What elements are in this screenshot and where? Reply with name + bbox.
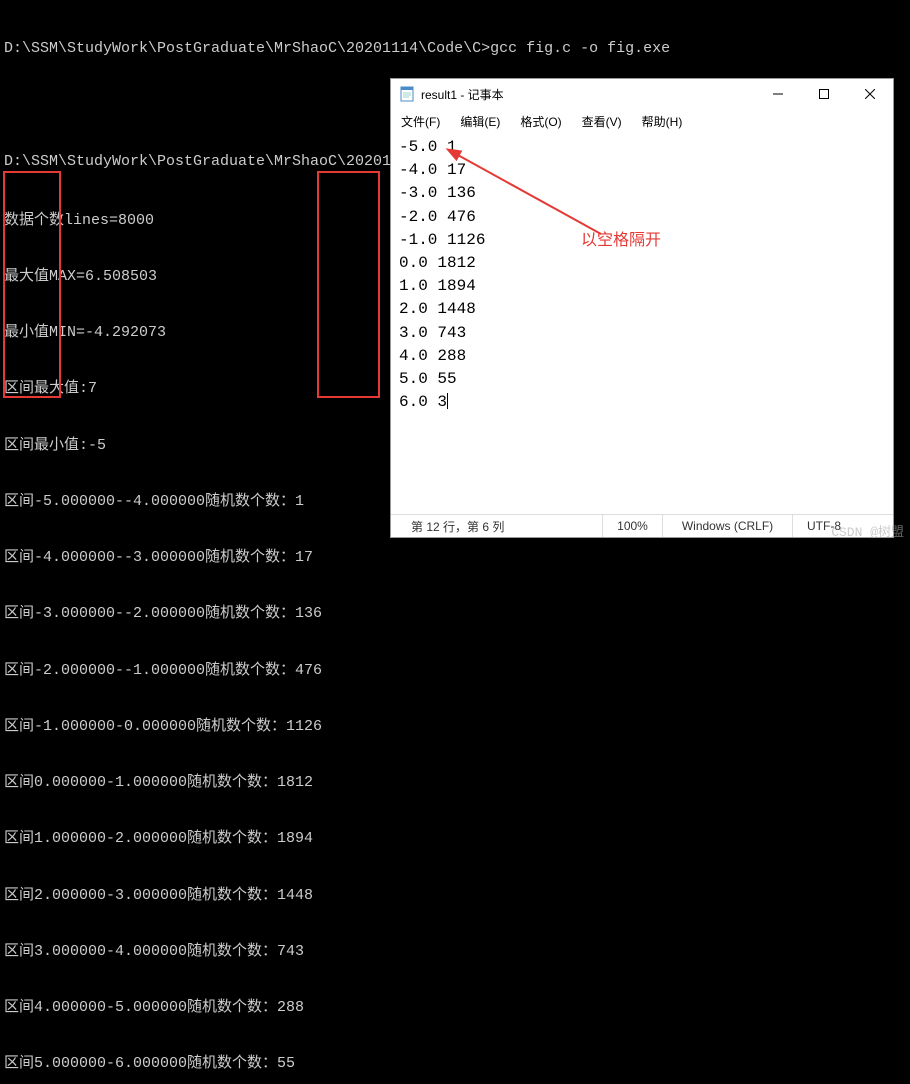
menu-edit[interactable]: 编辑(E) <box>456 111 504 132</box>
text-line: -5.0 1 <box>399 136 885 159</box>
menu-format[interactable]: 格式(O) <box>516 111 565 132</box>
status-lineending: Windows (CRLF) <box>663 515 793 537</box>
prompt-path: D:\SSM\StudyWork\PostGraduate\MrShaoC\20… <box>4 40 481 57</box>
text-line: 6.0 3 <box>399 391 885 414</box>
notepad-title: result1 - 记事本 <box>421 86 755 103</box>
output-row: 区间5.000000-6.000000随机数个数：55 <box>4 1055 906 1074</box>
command-1: gcc fig.c -o fig.exe <box>490 40 670 57</box>
output-row: 区间-3.000000--2.000000随机数个数：136 <box>4 605 906 624</box>
minimize-icon <box>773 89 783 99</box>
menu-view[interactable]: 查看(V) <box>578 111 626 132</box>
notepad-window[interactable]: result1 - 记事本 文件(F) 编辑(E) 格式(O) 查看(V) 帮助… <box>390 78 894 538</box>
status-zoom: 100% <box>603 515 663 537</box>
text-line: 5.0 55 <box>399 368 885 391</box>
output-row: 区间4.000000-5.000000随机数个数：288 <box>4 999 906 1018</box>
notepad-titlebar[interactable]: result1 - 记事本 <box>391 79 893 109</box>
close-button[interactable] <box>847 79 893 109</box>
text-caret <box>447 393 448 409</box>
text-line: 3.0 743 <box>399 322 885 345</box>
text-line: 1.0 1894 <box>399 275 885 298</box>
text-line: 2.0 1448 <box>399 298 885 321</box>
text-line: 4.0 288 <box>399 345 885 368</box>
menu-help[interactable]: 帮助(H) <box>638 111 687 132</box>
output-row: 区间2.000000-3.000000随机数个数：1448 <box>4 887 906 906</box>
notepad-statusbar: 第 12 行，第 6 列 100% Windows (CRLF) UTF-8 <box>391 514 893 537</box>
status-position: 第 12 行，第 6 列 <box>391 515 603 537</box>
text-line: 0.0 1812 <box>399 252 885 275</box>
output-row: 区间1.000000-2.000000随机数个数：1894 <box>4 830 906 849</box>
menu-file[interactable]: 文件(F) <box>397 111 444 132</box>
prompt-line-1: D:\SSM\StudyWork\PostGraduate\MrShaoC\20… <box>4 40 906 59</box>
close-icon <box>865 89 875 99</box>
annotation-text: 以空格隔开 <box>581 229 661 252</box>
watermark: CSDN @树盟 <box>831 521 904 540</box>
notepad-content[interactable]: -5.0 1 -4.0 17 -3.0 136 -2.0 476 -1.0 11… <box>391 134 893 514</box>
output-row: 区间-1.000000-0.000000随机数个数：1126 <box>4 718 906 737</box>
output-row: 区间3.000000-4.000000随机数个数：743 <box>4 943 906 962</box>
text-line: -2.0 476 <box>399 206 885 229</box>
minimize-button[interactable] <box>755 79 801 109</box>
notepad-menubar: 文件(F) 编辑(E) 格式(O) 查看(V) 帮助(H) <box>391 109 893 134</box>
output-row: 区间-2.000000--1.000000随机数个数：476 <box>4 662 906 681</box>
output-row: 区间-4.000000--3.000000随机数个数：17 <box>4 549 906 568</box>
text-line: -4.0 17 <box>399 159 885 182</box>
maximize-button[interactable] <box>801 79 847 109</box>
maximize-icon <box>819 89 829 99</box>
output-row: 区间0.000000-1.000000随机数个数：1812 <box>4 774 906 793</box>
text-line: -3.0 136 <box>399 182 885 205</box>
notepad-icon <box>399 86 415 102</box>
